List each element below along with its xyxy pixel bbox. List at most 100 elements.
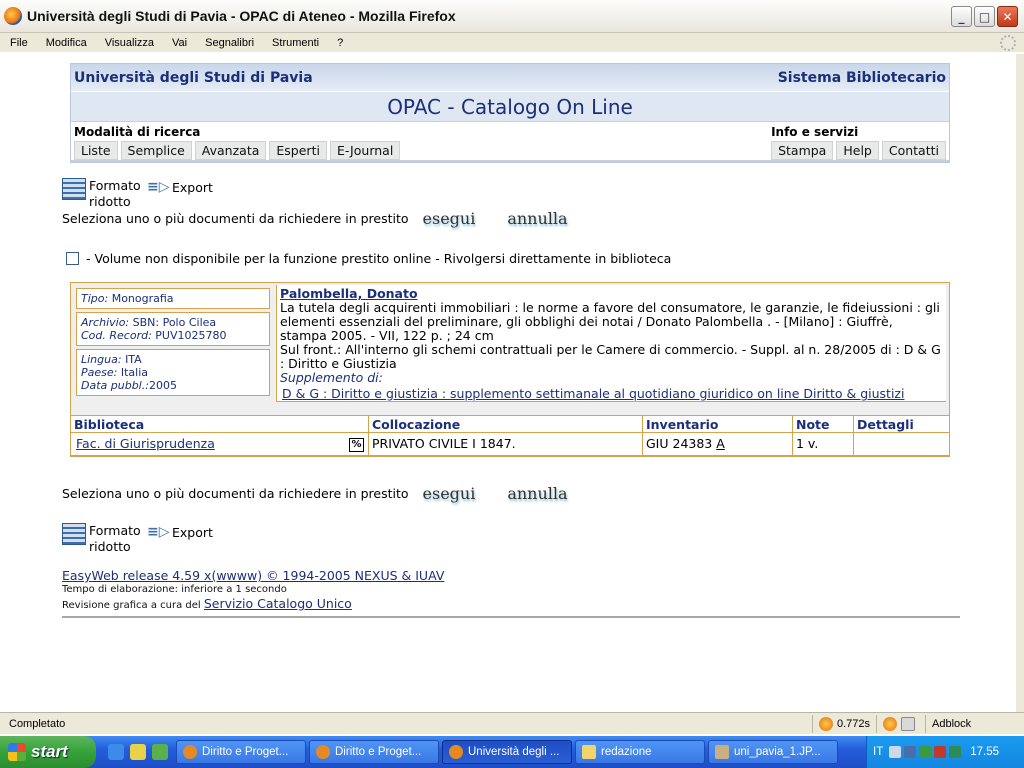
language-indicator[interactable]: IT	[873, 746, 883, 758]
export-icon[interactable]: ≡▷	[147, 179, 170, 195]
start-button[interactable]: start	[0, 736, 96, 768]
maximize-button[interactable]: □	[974, 6, 995, 27]
col-inventario: Inventario	[643, 416, 793, 433]
status-text: Completato	[9, 717, 66, 730]
firefox-task-icon	[449, 745, 463, 759]
search-modes-group: Modalità di ricerca Liste Semplice Avanz…	[74, 125, 401, 160]
inventory-number: GIU 24383	[646, 436, 713, 451]
app-icon[interactable]	[130, 744, 146, 760]
footer-divider	[62, 616, 960, 618]
quick-launch	[108, 744, 168, 760]
menu-visualizza[interactable]: Visualizza	[105, 37, 154, 49]
legend-text: - Volume non disponibile per la funzione…	[86, 251, 672, 266]
format-short-link[interactable]: Formato ridotto	[89, 178, 147, 210]
menu-strumenti[interactable]: Strumenti	[272, 37, 319, 49]
library-system-name[interactable]: Sistema Bibliotecario	[778, 70, 946, 86]
supplement-link[interactable]: D & G : Diritto e giustizia : supplement…	[280, 387, 943, 401]
window-title: Università degli Studi di Pavia - OPAC d…	[27, 8, 456, 24]
cod-record-value: PUV1025780	[155, 329, 227, 342]
page-content: Università degli Studi di Pavia Sistema …	[0, 54, 1016, 712]
task-diritto-1[interactable]: Diritto e Proget...	[176, 740, 306, 764]
menu-segnalibri[interactable]: Segnalibri	[205, 37, 254, 49]
record-author-link[interactable]: Palombella, Donato	[280, 287, 943, 301]
nav-liste[interactable]: Liste	[74, 141, 118, 160]
system-tray: IT 17.55	[866, 736, 1024, 768]
tray-icon-5[interactable]	[949, 746, 962, 758]
tipo-label: Tipo:	[81, 292, 109, 305]
firefox-task-icon	[183, 745, 197, 759]
folder-icon	[582, 745, 596, 759]
menu-bar: File Modifica Visualizza Vai Segnalibri …	[0, 33, 1024, 53]
menu-vai[interactable]: Vai	[172, 37, 187, 49]
inventory-link[interactable]: A	[716, 436, 725, 451]
elapsed-time: Tempo di elaborazione: inferiore a 1 sec…	[62, 584, 287, 595]
windows-taskbar: start Diritto e Proget... Diritto e Prog…	[0, 736, 1024, 768]
scrollbar-track[interactable]	[1016, 54, 1024, 712]
media-icon[interactable]	[152, 744, 168, 760]
info-services-label: Info e servizi	[771, 125, 859, 139]
tray-icon-2[interactable]	[904, 746, 917, 758]
task-label: Diritto e Proget...	[202, 746, 289, 758]
task-universita[interactable]: Università degli ...	[442, 740, 572, 764]
library-link[interactable]: Fac. di Giurisprudenza	[74, 436, 215, 451]
tray-icon-3[interactable]	[919, 746, 932, 758]
format-short-link-bottom[interactable]: Formato ridotto	[89, 523, 147, 555]
close-button[interactable]: ✕	[997, 6, 1018, 27]
status-bar: Completato 0.772s Adblock	[0, 712, 1024, 734]
selection-row-top: Seleziona uno o più documenti da richied…	[62, 209, 568, 228]
lingua-value: ITA	[125, 353, 142, 366]
page-title: OPAC - Catalogo On Line	[71, 92, 949, 122]
archivio-label: Archivio:	[81, 316, 130, 329]
holdings-table: Biblioteca Collocazione Inventario Note …	[71, 415, 949, 456]
nav-esperti[interactable]: Esperti	[269, 141, 327, 160]
execute-button[interactable]: esegui	[423, 209, 476, 228]
cell-biblioteca: Fac. di Giurisprudenza %	[71, 433, 369, 456]
nav-semplice[interactable]: Semplice	[120, 141, 192, 160]
task-redazione[interactable]: redazione	[575, 740, 705, 764]
tray-icon-4[interactable]	[934, 746, 947, 758]
opac-header: Università degli Studi di Pavia Sistema …	[70, 63, 950, 163]
page-info-icon[interactable]	[901, 716, 916, 731]
nav-help[interactable]: Help	[836, 141, 879, 160]
adblock-status[interactable]: Adblock	[925, 714, 977, 733]
cancel-button-bottom[interactable]: annulla	[507, 484, 567, 503]
task-diritto-2[interactable]: Diritto e Proget...	[309, 740, 439, 764]
status-icons	[876, 714, 925, 733]
export-link[interactable]: Export	[172, 180, 213, 195]
percent-icon[interactable]: %	[349, 438, 364, 452]
cancel-button[interactable]: annulla	[507, 209, 567, 228]
format-list-icon[interactable]	[62, 178, 86, 200]
ie-icon[interactable]	[108, 744, 124, 760]
data-label: Data pubbl.:	[81, 379, 149, 392]
format-list-icon-bottom[interactable]	[62, 523, 86, 545]
info-services-group: Info e servizi Stampa Help Contatti	[771, 125, 946, 160]
catalog-service-link[interactable]: Servizio Catalogo Unico	[204, 596, 352, 611]
execute-button-bottom[interactable]: esegui	[423, 484, 476, 503]
nav-avanzata[interactable]: Avanzata	[194, 141, 267, 160]
nav-contatti[interactable]: Contatti	[881, 141, 946, 160]
menu-help[interactable]: ?	[337, 37, 343, 49]
minimize-button[interactable]: _	[951, 6, 972, 27]
menu-modifica[interactable]: Modifica	[46, 37, 87, 49]
table-row: Fac. di Giurisprudenza % PRIVATO CIVILE …	[71, 433, 949, 456]
col-dettagli: Dettagli	[854, 416, 949, 433]
university-name[interactable]: Università degli Studi di Pavia	[74, 70, 313, 86]
export-link-bottom[interactable]: Export	[172, 525, 213, 540]
tray-icon-1[interactable]	[889, 746, 902, 758]
easyweb-link[interactable]: EasyWeb release 4.59 x(wwww) © 1994-2005…	[62, 568, 962, 583]
task-image[interactable]: uni_pavia_1.JP...	[708, 740, 838, 764]
firefox-status-icon[interactable]	[883, 716, 898, 731]
nav-ejournal[interactable]: E-Journal	[329, 141, 401, 160]
export-icon-bottom[interactable]: ≡▷	[147, 524, 170, 540]
cell-dettagli	[854, 433, 949, 456]
menu-file[interactable]: File	[10, 37, 28, 49]
selection-instruction-bottom: Seleziona uno o più documenti da richied…	[62, 486, 409, 501]
task-label: Diritto e Proget...	[335, 746, 422, 758]
cell-collocazione: PRIVATO CIVILE I 1847.	[369, 433, 643, 456]
record-description-panel: Palombella, Donato La tutela degli acqui…	[276, 285, 946, 402]
supplement-label: Supplemento di:	[280, 370, 383, 385]
record-description: La tutela degli acquirenti immobiliari :…	[280, 300, 940, 343]
nav-stampa[interactable]: Stampa	[771, 141, 834, 160]
revision-note: Revisione grafica a cura del Servizio Ca…	[62, 596, 962, 611]
window-title-bar: Università degli Studi di Pavia - OPAC d…	[0, 0, 1024, 33]
